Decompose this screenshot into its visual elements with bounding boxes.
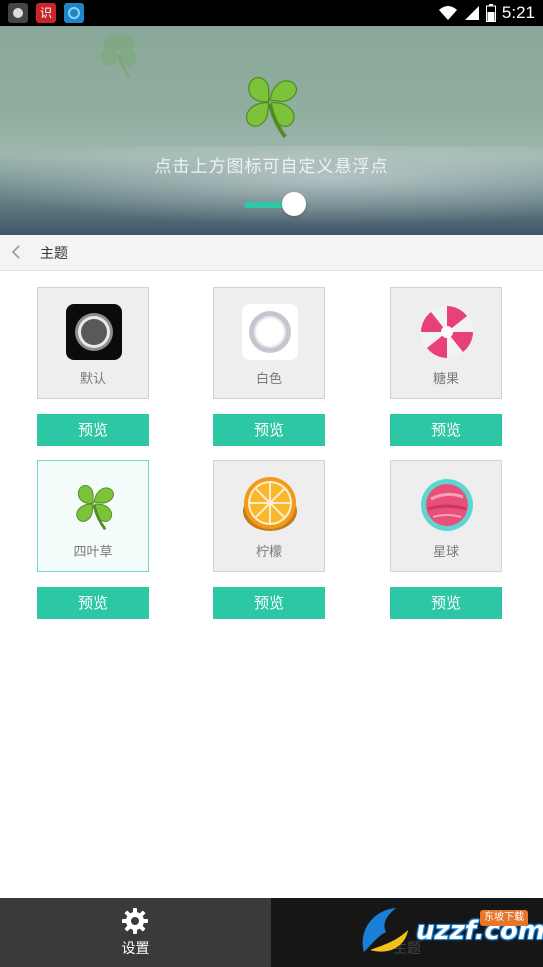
site-watermark: uzzf.com 东坡下载 [356, 902, 543, 962]
watermark-badge: 东坡下载 [480, 910, 528, 926]
status-time: 5:21 [501, 3, 535, 22]
record-icon [8, 3, 28, 23]
clover-icon [76, 485, 114, 531]
planet-icon [421, 479, 473, 531]
theme-label: 默认 [79, 372, 106, 387]
theme-card-white[interactable]: 白色 [213, 287, 325, 399]
banner-hint: 点击上方图标可自定义悬浮点 [154, 157, 389, 177]
signal-icon [464, 6, 479, 20]
theme-label: 四叶草 [73, 545, 113, 560]
floating-clover-icon[interactable] [232, 66, 308, 142]
theme-label: 柠檬 [255, 545, 282, 560]
theme-label: 星球 [432, 545, 459, 560]
gear-icon [122, 908, 148, 934]
preview-button-planet[interactable]: 预览 [390, 587, 502, 619]
preview-button-lemon[interactable]: 预览 [213, 587, 325, 619]
ghost-clover-icon [100, 34, 137, 78]
theme-card-candy[interactable]: 糖果 [390, 287, 502, 399]
theme-label: 白色 [255, 372, 282, 387]
floating-point-banner: 点击上方图标可自定义悬浮点 [0, 26, 543, 235]
recognize-app-icon: 识 [36, 3, 56, 23]
lemon-icon [243, 477, 297, 531]
wifi-icon [438, 6, 457, 20]
white-ring-icon [242, 304, 298, 360]
theme-label: 糖果 [432, 372, 459, 387]
theme-card-default[interactable]: 默认 [37, 287, 149, 399]
watermark-logo-icon [362, 908, 408, 952]
browser-app-icon [64, 3, 84, 23]
theme-card-clover[interactable]: 四叶草 [37, 460, 149, 572]
title-bar: 主题 [0, 235, 543, 271]
status-bar: 识 5:21 [0, 0, 543, 26]
candy-icon [421, 306, 473, 358]
back-icon[interactable] [10, 244, 22, 260]
page-title: 主题 [40, 246, 68, 262]
battery-icon [485, 4, 496, 22]
preview-button-default[interactable]: 预览 [37, 414, 149, 446]
preview-button-clover[interactable]: 预览 [37, 587, 149, 619]
theme-card-planet[interactable]: 星球 [390, 460, 502, 572]
settings-label: 设置 [121, 941, 150, 957]
theme-card-lemon[interactable]: 柠檬 [213, 460, 325, 572]
preview-button-white[interactable]: 预览 [213, 414, 325, 446]
floating-toggle-knob[interactable] [282, 192, 306, 216]
tab-settings[interactable]: 设置 [0, 898, 271, 967]
black-ring-icon [66, 304, 122, 360]
preview-button-candy[interactable]: 预览 [390, 414, 502, 446]
